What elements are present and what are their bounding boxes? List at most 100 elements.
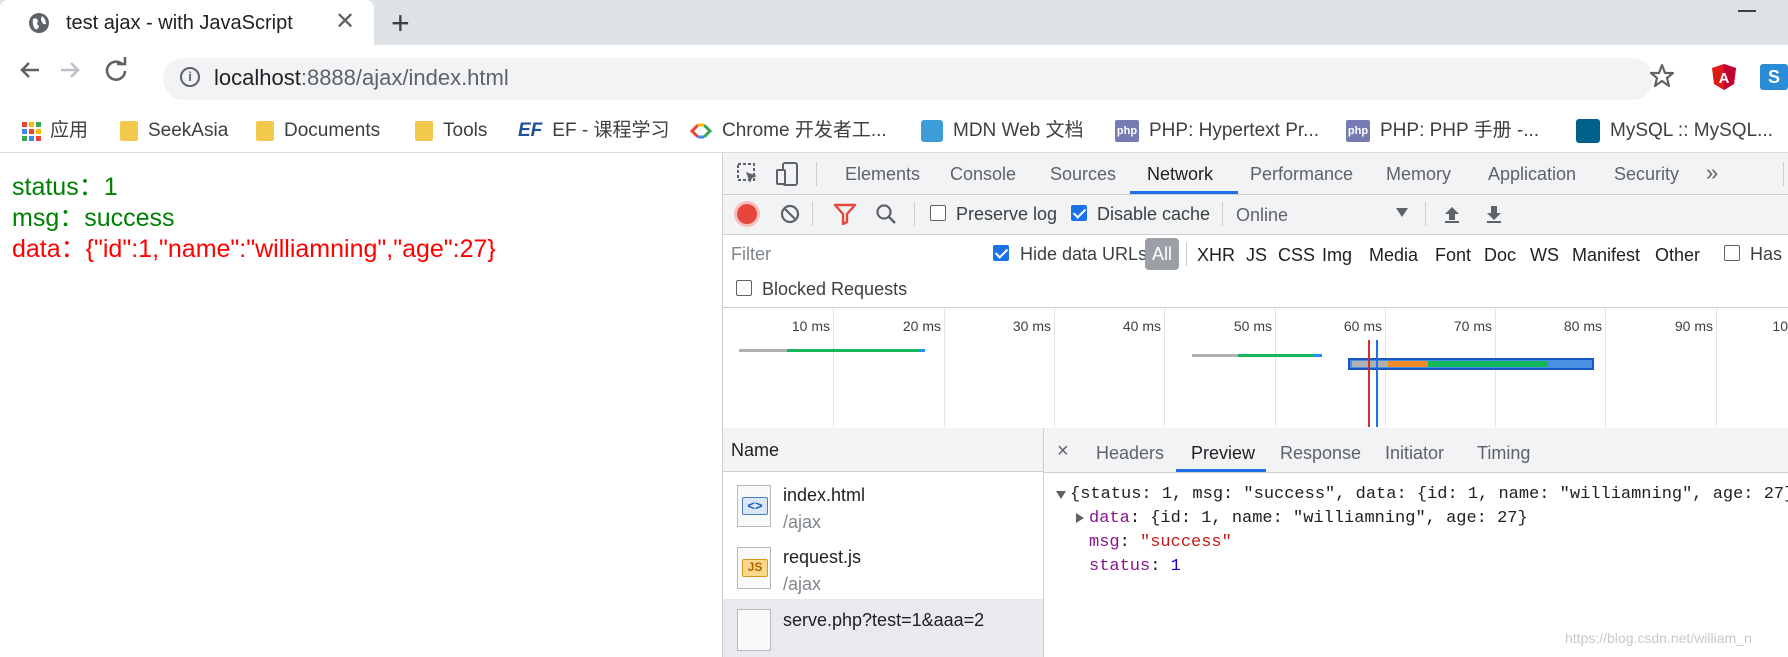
type-filter-doc[interactable]: Doc [1484, 245, 1516, 266]
site-info-icon[interactable]: i [180, 67, 200, 87]
tab-response[interactable]: Response [1280, 443, 1361, 464]
hide-data-urls-checkbox[interactable] [993, 245, 1009, 261]
dom-content-loaded-line [1376, 340, 1378, 427]
bookmark-seekasia[interactable]: SeekAsia [120, 116, 228, 146]
bookmark-label: 应用 [50, 120, 89, 141]
new-tab-button[interactable]: + [391, 6, 410, 40]
bookmark-label: EF - 课程学习 [552, 120, 670, 142]
filter-icon[interactable] [833, 203, 857, 225]
tab-console[interactable]: Console [950, 164, 1016, 185]
type-filter-css[interactable]: CSS [1278, 245, 1315, 266]
preview-root-object[interactable]: {status: 1, msg: "success", data: {id: 1… [1070, 485, 1788, 504]
filter-input[interactable] [727, 240, 972, 268]
s-extension-icon[interactable]: S [1760, 64, 1788, 90]
record-icon[interactable] [737, 204, 757, 224]
close-icon[interactable]: × [1057, 441, 1069, 461]
type-filter-js[interactable]: JS [1246, 245, 1267, 266]
globe-icon [29, 13, 49, 33]
inspect-element-icon[interactable] [737, 163, 759, 185]
active-tab-indicator [1130, 191, 1238, 194]
request-row[interactable] [723, 537, 1043, 599]
type-filter-font[interactable]: Font [1435, 245, 1471, 266]
folder-icon [120, 120, 138, 141]
preview-msg-row: msg: "success" [1089, 533, 1232, 552]
collapse-triangle-icon[interactable] [1076, 513, 1084, 523]
toolbar-separator [1783, 162, 1784, 186]
tab-headers[interactable]: Headers [1096, 443, 1164, 464]
type-filter-ws[interactable]: WS [1530, 245, 1559, 266]
preserve-log-checkbox[interactable] [930, 205, 946, 221]
type-filter-media[interactable]: Media [1369, 245, 1418, 266]
tab-application[interactable]: Application [1488, 164, 1576, 185]
type-filter-img[interactable]: Img [1322, 245, 1352, 266]
minimize-window-button[interactable] [1738, 10, 1756, 12]
tab-sources[interactable]: Sources [1050, 164, 1116, 185]
tab-preview[interactable]: Preview [1191, 443, 1255, 464]
forward-arrow-icon[interactable] [57, 57, 83, 83]
watermark-text: https://blog.csdn.net/william_n [1565, 630, 1752, 646]
bookmark-mdn[interactable]: MDN Web 文档 [921, 116, 1084, 146]
type-filter-xhr[interactable]: XHR [1197, 245, 1235, 266]
timeline-tick: 70 ms [1453, 318, 1492, 334]
bookmark-star-icon[interactable] [1649, 63, 1675, 89]
back-arrow-icon[interactable] [17, 57, 43, 83]
device-toolbar-icon[interactable] [776, 162, 798, 186]
toolbar-separator [914, 202, 915, 226]
bookmark-ef[interactable]: EF EF - 课程学习 [518, 116, 669, 146]
name-column-header[interactable]: Name [723, 428, 1043, 472]
apps-grid-icon [22, 121, 41, 141]
bookmark-label: Tools [443, 120, 488, 141]
hide-data-urls-label: Hide data URLs [1020, 244, 1148, 264]
bookmark-php-hypertext[interactable]: php PHP: Hypertext Pr... [1115, 116, 1319, 146]
tab-initiator[interactable]: Initiator [1385, 443, 1444, 464]
bookmark-mysql[interactable]: MySQL :: MySQL... [1576, 116, 1773, 146]
type-filter-manifest[interactable]: Manifest [1572, 245, 1640, 266]
tab-memory[interactable]: Memory [1386, 164, 1451, 185]
export-har-icon[interactable] [1484, 204, 1504, 224]
preview-value: "success" [1140, 533, 1232, 552]
tab-performance[interactable]: Performance [1250, 164, 1353, 185]
url-text[interactable]: localhost:8888/ajax/index.html [214, 65, 509, 91]
bookmark-label: Chrome 开发者工... [722, 120, 887, 141]
request-path: /ajax [783, 574, 822, 594]
bookmark-documents[interactable]: Documents [256, 116, 380, 146]
timeline-tick: 40 ms [1122, 318, 1161, 334]
tab-security[interactable]: Security [1614, 164, 1679, 185]
bookmark-label: MySQL :: MySQL... [1610, 120, 1773, 141]
more-tabs-icon[interactable]: » [1706, 160, 1718, 186]
bookmark-apps[interactable]: 应用 [22, 116, 88, 146]
close-tab-icon[interactable]: ✕ [335, 9, 355, 35]
php-icon: php [1346, 119, 1370, 142]
timeline-gridline [1275, 308, 1276, 427]
preview-data-row[interactable]: data: {id: 1, name: "williamning", age: … [1089, 509, 1528, 528]
reload-icon[interactable] [102, 56, 130, 84]
chevron-down-icon[interactable] [1396, 208, 1408, 217]
tab-elements[interactable]: Elements [845, 164, 920, 185]
search-icon[interactable] [875, 203, 897, 225]
blocked-requests-checkbox[interactable] [736, 280, 752, 296]
clear-icon[interactable] [780, 204, 800, 224]
throttling-select[interactable]: Online [1236, 205, 1288, 226]
timeline-bar-download [920, 349, 925, 352]
bookmark-php-manual[interactable]: php PHP: PHP 手册 -... [1346, 116, 1539, 146]
request-row[interactable] [723, 475, 1043, 537]
angular-extension-icon[interactable]: A [1712, 64, 1736, 90]
has-blocked-cookies-checkbox[interactable] [1724, 245, 1740, 261]
tab-timing[interactable]: Timing [1477, 443, 1530, 464]
toolbar-separator [812, 202, 813, 226]
type-filter-all[interactable]: All [1145, 238, 1179, 270]
disable-cache-checkbox[interactable] [1071, 205, 1087, 221]
timeline-tick: 10 ms [791, 318, 830, 334]
type-filter-other[interactable]: Other [1655, 245, 1700, 266]
import-har-icon[interactable] [1442, 204, 1462, 224]
timeline-tick: 90 ms [1674, 318, 1713, 334]
preview-value: 1 [1170, 557, 1181, 576]
timeline-tick: 80 ms [1563, 318, 1602, 334]
folder-icon [256, 120, 274, 141]
preview-key: msg [1089, 533, 1120, 552]
bookmark-label: PHP: PHP 手册 -... [1380, 120, 1540, 141]
tab-network[interactable]: Network [1147, 164, 1213, 185]
bookmark-chrome-dev[interactable]: Chrome 开发者工... [690, 116, 887, 146]
bookmark-tools[interactable]: Tools [415, 116, 487, 146]
expand-triangle-icon[interactable] [1056, 491, 1066, 499]
